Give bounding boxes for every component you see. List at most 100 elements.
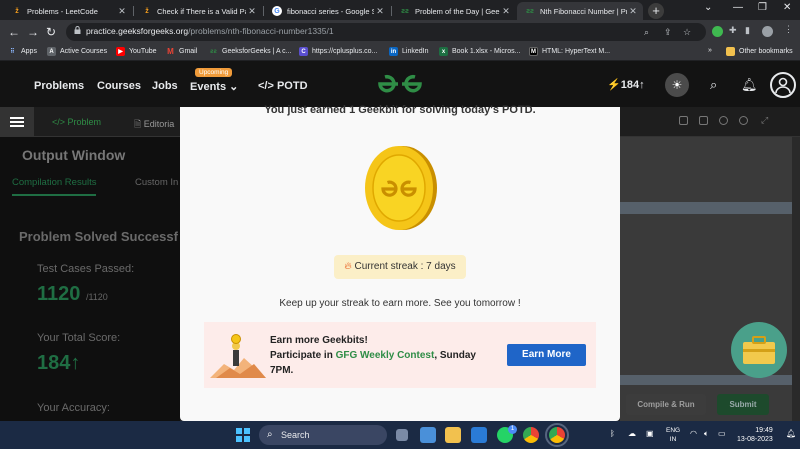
search-icon[interactable]: ⌕ <box>644 27 649 38</box>
user-avatar-icon[interactable] <box>770 72 796 98</box>
bookmark-geeksforgeeks[interactable]: ƨƨ GeeksforGeeks | A c... <box>209 47 291 56</box>
bookmark-excel[interactable]: x Book 1.xlsx - Micros... <box>439 47 520 56</box>
compile-run-button[interactable]: Compile & Run <box>626 394 706 415</box>
close-icon[interactable]: ✕ <box>374 6 386 17</box>
file-explorer-icon[interactable] <box>445 427 461 443</box>
lock-icon <box>74 26 81 34</box>
tests-passed-count: 1120 <box>37 283 81 305</box>
lang-code: ENG <box>666 427 681 434</box>
bookmark-gmail[interactable]: M Gmail <box>166 47 197 56</box>
wifi-icon[interactable]: ◠ <box>690 429 697 438</box>
theme-icon[interactable] <box>739 116 748 125</box>
vscode-icon[interactable] <box>471 427 487 443</box>
share-icon[interactable]: ⇪ <box>664 27 672 38</box>
forward-icon[interactable]: → <box>27 24 39 40</box>
close-icon[interactable]: ✕ <box>116 6 128 17</box>
submit-button[interactable]: Submit <box>717 394 769 415</box>
language-indicator[interactable]: ENG IN <box>666 426 680 444</box>
system-clock[interactable]: 19:49 13-08-2023 <box>737 426 773 444</box>
tab-editorial[interactable]: 🗎︎ Editoria <box>134 117 174 133</box>
bookmark-mdn[interactable]: M HTML: HyperText M... <box>529 47 610 56</box>
potd-reward-modal: You just earned 1 Geekbit for solving to… <box>180 104 620 421</box>
notifications-icon[interactable]: 🔔︎ <box>786 429 796 438</box>
windows-start-icon[interactable] <box>236 428 250 442</box>
tab-custom-input[interactable]: Custom In <box>135 177 178 188</box>
star-icon[interactable]: ☆ <box>683 27 691 38</box>
copy-icon[interactable] <box>679 116 688 125</box>
fullscreen-icon[interactable]: ⤢ <box>761 115 770 125</box>
puzzle-icon[interactable]: ✚ <box>729 25 737 36</box>
bookmark-youtube[interactable]: ▶ YouTube <box>116 47 157 56</box>
score-value: 184↑ <box>37 352 80 375</box>
task-view-icon[interactable] <box>396 429 408 441</box>
youtube-icon: ▶ <box>116 47 125 56</box>
chrome-active-icon[interactable] <box>545 423 569 447</box>
extension-icon[interactable] <box>712 26 723 37</box>
gfg-logo[interactable] <box>376 73 424 95</box>
other-bookmarks[interactable]: Other bookmarks <box>726 47 793 56</box>
url-text[interactable]: practice.geeksforgeeks.org/problems/nth-… <box>86 26 334 36</box>
new-tab-button[interactable]: + <box>648 3 664 19</box>
bookmark-active-courses[interactable]: A Active Courses <box>47 47 107 56</box>
settings-icon[interactable] <box>719 116 728 125</box>
restore-icon[interactable]: ❐ <box>758 2 767 13</box>
bookmark-apps[interactable]: ⠿ Apps <box>8 47 37 56</box>
close-icon[interactable]: ✕ <box>500 6 512 17</box>
volume-icon[interactable]: 🔈︎ <box>704 429 709 439</box>
bookmark-label: Apps <box>21 48 37 55</box>
omnibox[interactable]: practice.geeksforgeeks.org/problems/nth-… <box>66 23 706 41</box>
battery-icon[interactable]: ▭ <box>718 429 726 438</box>
nav-courses[interactable]: Courses <box>97 80 141 92</box>
close-icon[interactable]: ✕ <box>246 6 258 17</box>
side-panel-icon[interactable]: ▮ <box>745 25 750 36</box>
theme-toggle-icon[interactable]: ☀ <box>665 73 689 97</box>
bookmark-cplusplus[interactable]: Chttps://cplusplus.co... <box>299 47 377 56</box>
tab-problem[interactable]: </> Problem <box>52 117 101 127</box>
app-tray-icon[interactable]: ▣ <box>646 429 654 438</box>
tests-passed-label: Test Cases Passed: <box>37 263 135 275</box>
chrome-icon[interactable] <box>523 427 539 443</box>
bookmark-label: YouTube <box>129 48 157 55</box>
tab-compilation-results[interactable]: Compilation Results <box>12 177 97 196</box>
widgets-icon[interactable] <box>420 427 436 443</box>
bookmark-linkedin[interactable]: in LinkedIn <box>389 47 428 56</box>
nav-events-label: Events <box>190 81 227 93</box>
score-label: Your Total Score: <box>37 332 121 344</box>
trophy-illustration <box>210 334 266 378</box>
cloud-icon[interactable]: ☁ <box>628 429 636 438</box>
briefcase-icon <box>743 336 775 364</box>
geekbits-counter[interactable]: ⚡184↑ <box>607 78 645 91</box>
taskbar-search[interactable]: ⌕ Search <box>259 425 387 445</box>
browser-tab-active[interactable]: ƨƨ Nth Fibonacci Number | Prac ✕ <box>517 2 643 20</box>
nav-jobs[interactable]: Jobs <box>152 80 178 92</box>
window-close-icon[interactable]: ✕ <box>783 2 791 13</box>
modal-title: You just earned 1 Geekbit for solving to… <box>264 104 536 116</box>
close-icon[interactable]: ✕ <box>627 6 639 17</box>
nav-potd[interactable]: </> POTD <box>258 80 308 92</box>
search-icon[interactable]: ⌕ <box>710 77 717 93</box>
profile-avatar[interactable] <box>762 26 773 37</box>
back-icon[interactable]: ← <box>8 24 20 40</box>
browser-tab[interactable]: G fibonacci series - Google Sea ✕ <box>264 2 390 20</box>
browser-tab[interactable]: ƨƨ Problem of the Day | Geeksfo ✕ <box>392 2 516 20</box>
geekbit-coin-icon <box>365 146 437 230</box>
browser-tab[interactable]: ž Problems - LeetCode ✕ <box>4 2 132 20</box>
hamburger-menu-icon[interactable] <box>0 107 34 137</box>
arrow-up-icon: ↑ <box>70 352 81 374</box>
nav-problems[interactable]: Problems <box>34 80 84 92</box>
leetcode-icon: ž <box>15 7 19 15</box>
chevron-down-icon[interactable]: ⌄ <box>704 2 712 13</box>
more-bookmarks-button[interactable]: » <box>708 47 712 54</box>
bluetooth-icon[interactable]: ᛒ <box>610 429 615 438</box>
contest-link[interactable]: GFG Weekly Contest <box>336 350 435 361</box>
more-menu-icon[interactable]: ⋮ <box>784 24 793 35</box>
open-file-icon[interactable] <box>699 116 708 125</box>
briefcase-widget[interactable] <box>731 322 787 378</box>
browser-tab[interactable]: ž Check if There is a Valid Partit ✕ <box>134 2 262 20</box>
nav-events[interactable]: Events ⌄ <box>190 80 238 93</box>
bell-icon[interactable]: 🔔︎ <box>741 77 758 93</box>
earn-more-button[interactable]: Earn More <box>507 344 586 366</box>
minimize-icon[interactable]: — <box>733 2 743 13</box>
reload-icon[interactable]: ↻ <box>46 24 56 40</box>
editor-scrollbar[interactable] <box>792 137 800 421</box>
